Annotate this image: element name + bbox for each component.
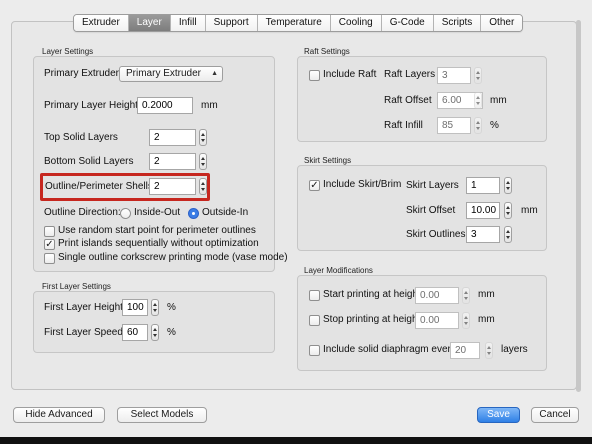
skirt-layers-stepper[interactable] <box>504 177 512 194</box>
raft-infill-label: Raft Infill <box>384 120 423 131</box>
inside-out-label: Inside-Out <box>134 207 181 218</box>
start-printing-label: Start printing at height <box>323 289 421 300</box>
raft-offset-label: Raft Offset <box>384 95 432 106</box>
first-layer-speed-label: First Layer Speed <box>44 327 123 338</box>
include-raft-checkbox[interactable] <box>309 70 320 81</box>
select-models-button[interactable]: Select Models <box>117 407 207 423</box>
bottom-solid-layers-label: Bottom Solid Layers <box>44 156 134 167</box>
primary-extruder-label: Primary Extruder <box>44 68 120 79</box>
bottom-solid-layers-input[interactable]: 2 <box>149 153 196 170</box>
outside-in-radio[interactable] <box>188 208 199 219</box>
random-start-checkbox[interactable] <box>44 226 55 237</box>
primary-extruder-value: Primary Extruder <box>126 68 202 79</box>
chevron-updown-icon: ▲︎ <box>211 70 218 77</box>
outline-direction-label: Outline Direction: <box>44 207 121 218</box>
vase-mode-label: Single outline corkscrew printing mode (… <box>58 252 288 263</box>
first-layer-speed-unit: % <box>167 327 176 338</box>
skirt-outlines-label: Skirt Outlines <box>406 229 466 240</box>
start-printing-input[interactable]: 0.00 <box>415 287 459 304</box>
bottom-edge <box>0 437 592 444</box>
layer-modifications-title: Layer Modifications <box>304 266 373 275</box>
tab-support[interactable]: Support <box>205 15 258 31</box>
include-skirt-checkbox[interactable]: ✓ <box>309 180 320 191</box>
tab-extruder[interactable]: Extruder <box>74 15 129 31</box>
tab-cooling[interactable]: Cooling <box>330 15 382 31</box>
stop-printing-unit: mm <box>478 314 495 325</box>
tab-layer[interactable]: Layer <box>128 15 171 31</box>
raft-offset-unit: mm <box>490 95 507 106</box>
skirt-layers-input[interactable]: 1 <box>466 177 500 194</box>
outline-shells-stepper[interactable] <box>199 178 207 195</box>
primary-layer-height-input[interactable]: 0.2000 <box>137 97 193 114</box>
first-layer-height-input[interactable]: 100 <box>122 299 148 316</box>
tab-infill[interactable]: Infill <box>170 15 206 31</box>
raft-layers-stepper[interactable] <box>474 67 482 84</box>
start-printing-stepper[interactable] <box>462 287 470 304</box>
include-raft-label: Include Raft <box>323 69 377 80</box>
cancel-button[interactable]: Cancel <box>531 407 579 423</box>
diaphragm-stepper[interactable] <box>485 342 493 359</box>
primary-layer-height-label: Primary Layer Height <box>44 100 138 111</box>
first-layer-speed-stepper[interactable] <box>151 324 159 341</box>
skirt-layers-label: Skirt Layers <box>406 180 459 191</box>
tab-temperature[interactable]: Temperature <box>257 15 331 31</box>
diaphragm-checkbox[interactable] <box>309 345 320 356</box>
skirt-offset-label: Skirt Offset <box>406 205 456 216</box>
start-printing-checkbox[interactable] <box>309 290 320 301</box>
random-start-label: Use random start point for perimeter out… <box>58 225 256 236</box>
skirt-offset-unit: mm <box>521 205 538 216</box>
first-layer-speed-input[interactable]: 60 <box>122 324 148 341</box>
raft-offset-stepper[interactable] <box>474 92 482 109</box>
vase-mode-checkbox[interactable] <box>44 253 55 264</box>
raft-settings-title: Raft Settings <box>304 47 350 56</box>
primary-layer-height-unit: mm <box>201 100 218 111</box>
include-skirt-label: Include Skirt/Brim <box>323 179 402 190</box>
bottom-solid-layers-stepper[interactable] <box>199 153 207 170</box>
first-layer-height-unit: % <box>167 302 176 313</box>
checkmark-icon: ✓ <box>310 180 319 191</box>
primary-extruder-select[interactable]: Primary Extruder ▲︎ <box>119 66 223 82</box>
print-islands-checkbox[interactable]: ✓ <box>44 239 55 250</box>
stop-printing-checkbox[interactable] <box>309 315 320 326</box>
raft-layers-label: Raft Layers <box>384 69 436 80</box>
skirt-outlines-stepper[interactable] <box>504 226 512 243</box>
scrollbar[interactable] <box>576 20 581 392</box>
top-solid-layers-stepper[interactable] <box>199 129 207 146</box>
raft-infill-input[interactable]: 85 <box>437 117 471 134</box>
skirt-offset-input[interactable]: 10.00 <box>466 202 500 219</box>
tab-bar: Extruder Layer Infill Support Temperatur… <box>73 14 524 32</box>
first-layer-height-label: First Layer Height <box>44 302 123 313</box>
stop-printing-input[interactable]: 0.00 <box>415 312 459 329</box>
raft-infill-stepper[interactable] <box>474 117 482 134</box>
skirt-settings-title: Skirt Settings <box>304 156 352 165</box>
checkmark-icon: ✓ <box>45 239 54 250</box>
outline-shells-label: Outline/Perimeter Shells <box>45 181 153 192</box>
first-layer-height-stepper[interactable] <box>151 299 159 316</box>
outline-shells-input[interactable]: 2 <box>149 178 196 195</box>
diaphragm-input[interactable]: 20 <box>450 342 480 359</box>
outside-in-label: Outside-In <box>202 207 249 218</box>
skirt-offset-stepper[interactable] <box>504 202 512 219</box>
save-button[interactable]: Save <box>477 407 520 423</box>
layer-settings-title: Layer Settings <box>42 47 94 56</box>
start-printing-unit: mm <box>478 289 495 300</box>
stop-printing-label: Stop printing at height <box>323 314 421 325</box>
raft-infill-unit: % <box>490 120 499 131</box>
raft-layers-input[interactable]: 3 <box>437 67 471 84</box>
print-islands-label: Print islands sequentially without optim… <box>58 238 259 249</box>
first-layer-settings-title: First Layer Settings <box>42 282 111 291</box>
top-solid-layers-input[interactable]: 2 <box>149 129 196 146</box>
top-solid-layers-label: Top Solid Layers <box>44 132 118 143</box>
inside-out-radio[interactable] <box>120 208 131 219</box>
skirt-outlines-input[interactable]: 3 <box>466 226 500 243</box>
diaphragm-label: Include solid diaphragm every <box>323 344 456 355</box>
tab-scripts[interactable]: Scripts <box>433 15 482 31</box>
tab-other[interactable]: Other <box>481 15 523 31</box>
diaphragm-unit: layers <box>501 344 528 355</box>
hide-advanced-button[interactable]: Hide Advanced <box>13 407 105 423</box>
stop-printing-stepper[interactable] <box>462 312 470 329</box>
tab-gcode[interactable]: G-Code <box>381 15 434 31</box>
